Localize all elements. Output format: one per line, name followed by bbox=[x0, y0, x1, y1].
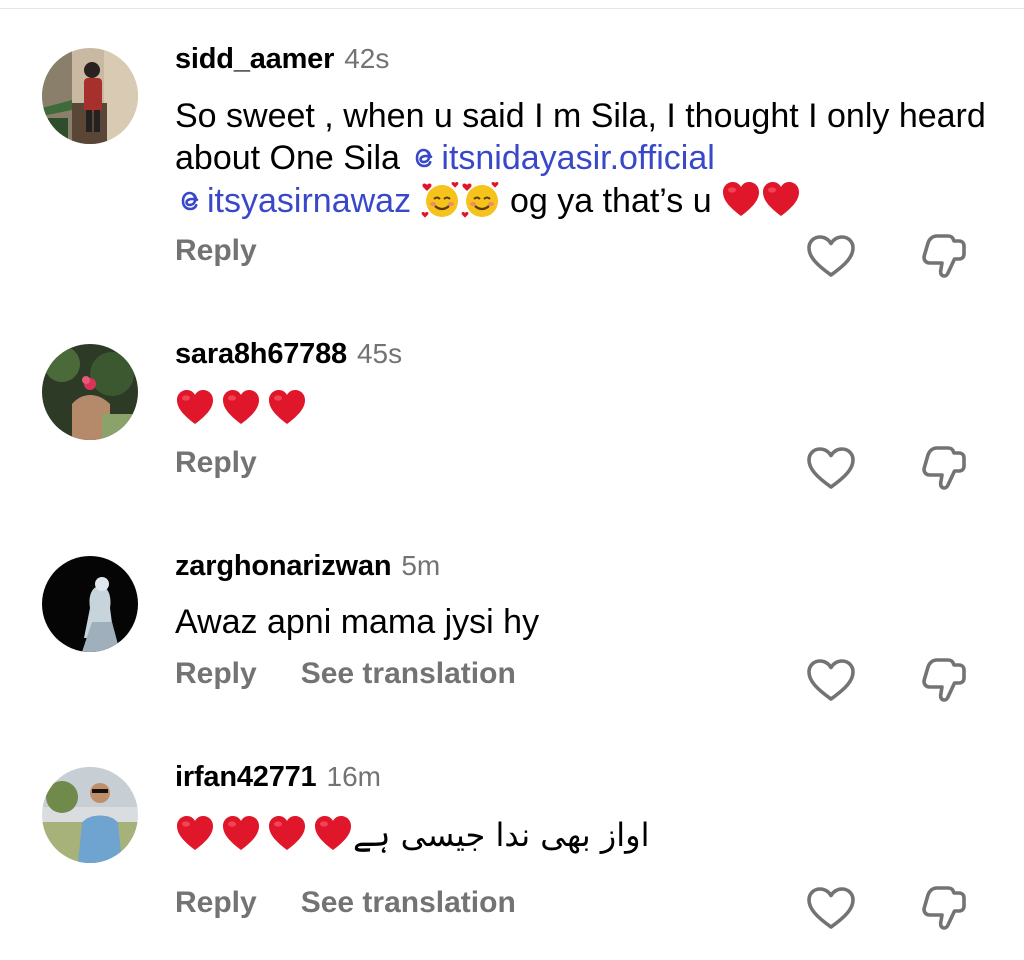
red-heart-icon bbox=[267, 814, 307, 852]
threads-at-icon bbox=[409, 143, 439, 173]
avatar[interactable] bbox=[42, 48, 138, 144]
mention-handle: itsyasirnawaz bbox=[207, 182, 412, 220]
timestamp: 45s bbox=[356, 338, 403, 369]
user-photo-avatar-icon bbox=[42, 48, 138, 144]
heart-outline-icon bbox=[803, 652, 859, 708]
comment-text-part: og ya that’s u bbox=[500, 182, 722, 220]
smiling-face-with-hearts-icon bbox=[461, 179, 501, 219]
thumbs-down-outline-icon bbox=[916, 228, 972, 284]
red-heart-icon bbox=[267, 388, 307, 426]
red-heart-icon bbox=[221, 388, 261, 426]
threads-at-icon bbox=[175, 186, 205, 216]
top-divider bbox=[0, 0, 1024, 9]
red-heart-icon bbox=[721, 180, 761, 218]
avatar[interactable] bbox=[42, 556, 138, 652]
mention-handle: itsnidayasir.official bbox=[441, 139, 715, 177]
comment-actions: Reply See translation bbox=[175, 654, 560, 694]
like-button[interactable] bbox=[803, 440, 859, 496]
like-button[interactable] bbox=[803, 652, 859, 708]
like-button[interactable] bbox=[803, 228, 859, 284]
timestamp: 42s bbox=[344, 43, 390, 74]
red-heart-icon bbox=[175, 388, 215, 426]
thumbs-down-outline-icon bbox=[916, 880, 972, 936]
reply-button[interactable]: Reply bbox=[175, 883, 257, 923]
username[interactable]: irfan42771 bbox=[175, 761, 317, 793]
username[interactable]: zarghonarizwan bbox=[175, 550, 392, 582]
like-button[interactable] bbox=[803, 880, 859, 936]
reply-button[interactable]: Reply bbox=[175, 654, 257, 694]
reply-button[interactable]: Reply bbox=[175, 231, 257, 271]
user-photo-avatar-icon bbox=[42, 767, 138, 863]
see-translation-button[interactable]: See translation bbox=[301, 883, 516, 923]
dislike-button[interactable] bbox=[916, 228, 972, 284]
mention-link[interactable]: itsnidayasir.official bbox=[409, 139, 715, 177]
comment-text: Awaz apni mama jysi hy bbox=[175, 603, 540, 641]
red-heart-icon bbox=[175, 814, 215, 852]
comment-actions: Reply See translation bbox=[175, 883, 560, 923]
dislike-button[interactable] bbox=[916, 440, 972, 496]
see-translation-button[interactable]: See translation bbox=[301, 654, 516, 694]
comment-actions: Reply bbox=[175, 443, 301, 483]
comment-actions: Reply bbox=[175, 231, 301, 271]
comment-header: sara8h67788 45s bbox=[175, 337, 402, 371]
comment-header: sidd_aamer 42s bbox=[175, 42, 389, 76]
comment-text: اواز بھی ندا جیسی ہے bbox=[175, 814, 995, 856]
comment-header: irfan42771 16m bbox=[175, 760, 381, 794]
smiling-face-with-hearts-icon bbox=[421, 179, 461, 219]
user-photo-avatar-icon bbox=[42, 344, 138, 440]
timestamp: 5m bbox=[401, 550, 441, 581]
heart-outline-icon bbox=[803, 228, 859, 284]
mention-link[interactable]: itsyasirnawaz bbox=[175, 182, 411, 220]
comment-text bbox=[175, 388, 995, 430]
dislike-button[interactable] bbox=[916, 652, 972, 708]
thumbs-down-outline-icon bbox=[916, 440, 972, 496]
red-heart-icon bbox=[313, 814, 353, 852]
red-heart-icon bbox=[761, 180, 801, 218]
timestamp: 16m bbox=[326, 761, 381, 792]
username[interactable]: sara8h67788 bbox=[175, 338, 347, 370]
heart-outline-icon bbox=[803, 440, 859, 496]
heart-outline-icon bbox=[803, 880, 859, 936]
comment-text: So sweet , when u said I m Sila, I thoug… bbox=[175, 95, 995, 222]
user-photo-avatar-icon bbox=[42, 556, 138, 652]
red-heart-icon bbox=[221, 814, 261, 852]
reply-button[interactable]: Reply bbox=[175, 443, 257, 483]
thumbs-down-outline-icon bbox=[916, 652, 972, 708]
dislike-button[interactable] bbox=[916, 880, 972, 936]
comment-text-urdu: اواز بھی ندا جیسی ہے bbox=[353, 816, 650, 854]
avatar[interactable] bbox=[42, 767, 138, 863]
avatar[interactable] bbox=[42, 344, 138, 440]
comment-header: zarghonarizwan 5m bbox=[175, 549, 440, 583]
username[interactable]: sidd_aamer bbox=[175, 43, 334, 75]
